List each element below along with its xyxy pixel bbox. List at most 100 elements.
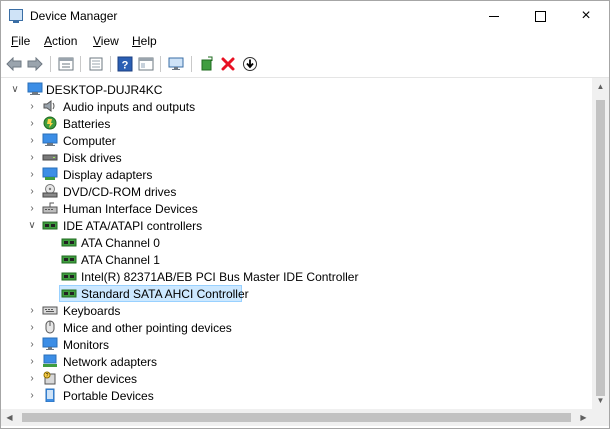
scroll-right-icon[interactable]: ▶	[575, 409, 592, 426]
ide-controller-icon	[61, 289, 77, 298]
chevron-right-icon[interactable]: ›	[27, 149, 37, 166]
ide-controller-icon	[42, 221, 58, 230]
chevron-right-icon[interactable]: ›	[27, 387, 37, 404]
chevron-right-icon[interactable]: ›	[27, 370, 37, 387]
close-button[interactable]: ×	[563, 1, 609, 31]
tree-category-row-expanded[interactable]: ∨ IDE ATA/ATAPI controllers	[1, 217, 591, 234]
scroll-up-icon[interactable]: ▲	[592, 78, 609, 95]
tree-category-row[interactable]: › Computer	[1, 132, 591, 149]
toolbar: ?	[1, 52, 609, 78]
help-button[interactable]: ?	[116, 55, 134, 73]
tree-root-label: DESKTOP-DUJR4KC	[46, 83, 163, 97]
speaker-icon	[43, 100, 55, 112]
tree-category-label: Keyboards	[63, 304, 121, 318]
device-manager-app-icon	[9, 9, 23, 23]
tree-category-row[interactable]: › Mice and other pointing devices	[1, 319, 591, 336]
title-bar: Device Manager ×	[1, 1, 609, 31]
toolbar-separator	[50, 56, 51, 72]
tree-category-label: Audio inputs and outputs	[63, 100, 196, 114]
tree-category-label: Display adapters	[63, 168, 153, 182]
tree-category-row[interactable]: › Display adapters	[1, 166, 591, 183]
minimize-button[interactable]	[471, 1, 517, 31]
tree-category-row[interactable]: › Keyboards	[1, 302, 591, 319]
tree-device-row[interactable]: ATA Channel 0	[1, 234, 591, 251]
tree-device-label: ATA Channel 1	[81, 253, 160, 267]
chevron-right-icon[interactable]: ›	[27, 336, 37, 353]
ide-controller-icon	[61, 238, 77, 247]
vertical-scrollbar[interactable]: ▲ ▼	[592, 78, 609, 409]
add-legacy-hardware-button[interactable]	[198, 55, 216, 73]
hid-icon	[42, 202, 58, 214]
computer-icon	[27, 82, 43, 95]
battery-icon	[43, 116, 57, 130]
tree-category-row[interactable]: › Monitors	[1, 336, 591, 353]
chevron-right-icon[interactable]: ›	[27, 353, 37, 370]
scan-hardware-button[interactable]	[167, 55, 185, 73]
tree-root[interactable]: ∨ DESKTOP-DUJR4KC	[1, 81, 591, 98]
chevron-down-icon[interactable]: ∨	[10, 81, 20, 98]
tree-category-label: DVD/CD-ROM drives	[63, 185, 177, 199]
horizontal-scroll-thumb[interactable]	[22, 413, 571, 422]
menu-view[interactable]: View	[93, 34, 119, 48]
tree-category-label: Network adapters	[63, 355, 158, 369]
tree-category-label: Portable Devices	[63, 389, 154, 403]
tree-category-label: Computer	[63, 134, 116, 148]
horizontal-scrollbar[interactable]: ◀ ▶	[1, 409, 592, 426]
help-icon: ?	[117, 56, 133, 72]
tree-category-label: IDE ATA/ATAPI controllers	[63, 219, 203, 233]
scroll-down-icon[interactable]: ▼	[592, 392, 609, 409]
back-arrow-icon	[6, 57, 22, 71]
chevron-right-icon[interactable]: ›	[27, 319, 37, 336]
ide-controller-icon	[61, 272, 77, 281]
tree-category-row[interactable]: › Human Interface Devices	[1, 200, 591, 217]
view-button[interactable]	[137, 55, 155, 73]
update-driver-button[interactable]	[87, 55, 105, 73]
forward-button[interactable]	[26, 55, 44, 73]
chevron-right-icon[interactable]: ›	[27, 200, 37, 217]
chevron-right-icon[interactable]: ›	[27, 132, 37, 149]
optical-drive-icon	[42, 184, 58, 198]
tree-device-row[interactable]: Intel(R) 82371AB/EB PCI Bus Master IDE C…	[1, 268, 591, 285]
chevron-right-icon[interactable]: ›	[27, 183, 37, 200]
chevron-down-icon[interactable]: ∨	[27, 217, 37, 234]
device-tree: ∨ DESKTOP-DUJR4KC › Audio inputs and out…	[1, 78, 592, 409]
tree-category-label: Batteries	[63, 117, 111, 131]
tree-device-row[interactable]: ATA Channel 1	[1, 251, 591, 268]
vertical-scroll-thumb[interactable]	[596, 100, 605, 396]
scroll-left-icon[interactable]: ◀	[1, 409, 18, 426]
maximize-button[interactable]	[517, 1, 563, 31]
mouse-icon	[45, 320, 55, 334]
svg-text:?: ?	[46, 373, 49, 379]
tree-category-row[interactable]: › Portable Devices	[1, 387, 591, 404]
menu-bar: File Action View Help	[1, 31, 609, 52]
portable-device-icon	[45, 388, 55, 402]
disk-drive-icon	[42, 154, 58, 161]
scan-hardware-icon	[168, 57, 184, 70]
menu-file[interactable]: File	[11, 34, 30, 48]
tree-device-row-selected[interactable]: Standard SATA AHCI Controller	[1, 285, 591, 302]
menu-action[interactable]: Action	[44, 34, 77, 48]
computer-icon	[42, 133, 58, 146]
disable-device-icon	[243, 57, 257, 71]
chevron-right-icon[interactable]: ›	[27, 166, 37, 183]
scrollbar-corner	[592, 409, 609, 426]
tree-category-label: Monitors	[63, 338, 110, 352]
update-driver-icon	[89, 57, 103, 71]
chevron-right-icon[interactable]: ›	[27, 302, 37, 319]
uninstall-device-button[interactable]	[219, 55, 237, 73]
back-button[interactable]	[5, 55, 23, 73]
svg-text:?: ?	[122, 60, 129, 72]
tree-category-row[interactable]: › Batteries	[1, 115, 591, 132]
chevron-right-icon[interactable]: ›	[27, 115, 37, 132]
tree-category-row[interactable]: › ? Other devices	[1, 370, 591, 387]
menu-help[interactable]: Help	[132, 34, 157, 48]
disable-device-button[interactable]	[241, 55, 259, 73]
tree-category-row[interactable]: › Network adapters	[1, 353, 591, 370]
tree-category-row[interactable]: › DVD/CD-ROM drives	[1, 183, 591, 200]
toolbar-separator	[191, 56, 192, 72]
tree-category-row[interactable]: › Disk drives	[1, 149, 591, 166]
chevron-right-icon[interactable]: ›	[27, 98, 37, 115]
tree-category-row[interactable]: › Audio inputs and outputs	[1, 98, 591, 115]
other-devices-icon: ?	[43, 371, 56, 385]
properties-button[interactable]	[57, 55, 75, 73]
